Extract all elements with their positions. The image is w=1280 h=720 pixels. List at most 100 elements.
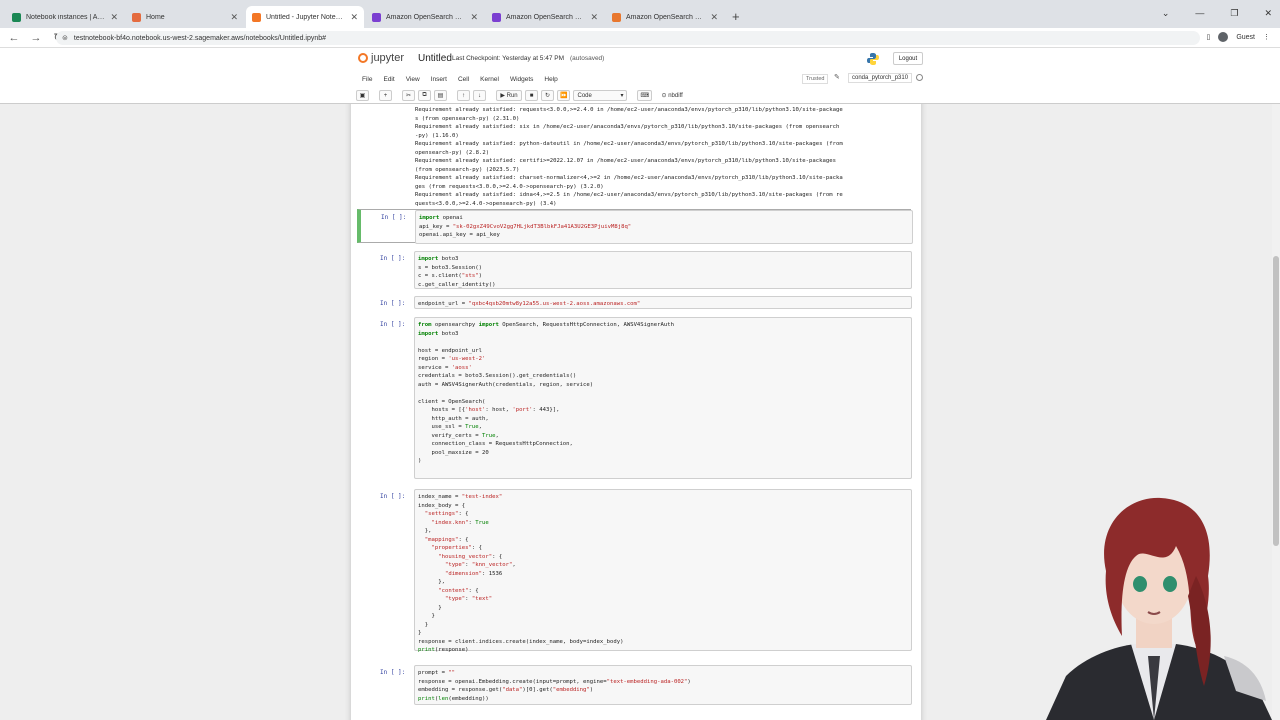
- menu-icon[interactable]: ⋮: [1263, 33, 1270, 41]
- new-tab-button[interactable]: +: [732, 9, 740, 24]
- output-line: s (from opensearch-py) (2.31.0): [415, 115, 520, 122]
- output-line: ges (from requests<3.0.0,>=2.4.0->opense…: [415, 183, 604, 190]
- save-icon[interactable]: ▣: [356, 90, 369, 101]
- code-cell[interactable]: In [ ]: from opensearchpy import OpenSear…: [359, 316, 913, 479]
- output-line: -py) (1.16.0): [415, 132, 459, 139]
- edit-kernel-icon[interactable]: ✎: [834, 73, 840, 81]
- restart-icon[interactable]: ↻: [541, 90, 554, 101]
- cell-type-value: Code: [577, 92, 592, 99]
- code-input[interactable]: import boto3 s = boto3.Session() c = s.c…: [414, 251, 912, 289]
- paste-icon[interactable]: ▤: [434, 90, 447, 101]
- tab-label: Home: [146, 13, 165, 21]
- scrollbar-thumb[interactable]: [1273, 256, 1279, 546]
- browser-tab[interactable]: Amazon OpenSearch Console✕: [366, 6, 484, 28]
- code-input[interactable]: from opensearchpy import OpenSearch, Req…: [414, 317, 912, 479]
- browser-tab[interactable]: Notebook instances | Amazon✕: [6, 6, 124, 28]
- browser-tab[interactable]: Home ✕: [126, 6, 244, 28]
- jupyter-logo[interactable]: jupyter: [358, 52, 404, 64]
- tab-close-icon[interactable]: ✕: [710, 12, 718, 23]
- cell-prompt: In [ ]:: [380, 669, 406, 676]
- jupyter-logo-text: jupyter: [371, 52, 405, 64]
- output-line: Requirement already satisfied: charset-n…: [415, 175, 843, 181]
- code-cell[interactable]: In [ ]: import openai api_key = "sk-02gxZ…: [357, 209, 913, 244]
- tab-label: Amazon OpenSearch Service: [626, 13, 706, 21]
- menu-view[interactable]: View: [406, 76, 420, 83]
- code-cell[interactable]: In [ ]: prompt = "" response = openai.Emb…: [359, 664, 913, 705]
- notebook-title[interactable]: Untitled: [418, 53, 452, 64]
- output-line: Requirement already satisfied: six in /h…: [415, 124, 840, 130]
- cell-prompt: In [ ]:: [380, 321, 406, 328]
- page-scrollbar[interactable]: [1272, 104, 1280, 720]
- menu-help[interactable]: Help: [544, 76, 557, 83]
- maximize-button[interactable]: ❐: [1230, 8, 1238, 19]
- code-cell[interactable]: In [ ]: index_name = "test-index" index_b…: [359, 488, 913, 653]
- run-label: Run: [506, 92, 518, 99]
- url-field[interactable]: ⊜ testnotebook-bf4o.notebook.us-west-2.s…: [56, 31, 1200, 45]
- menu-edit[interactable]: Edit: [383, 76, 394, 83]
- browser-tab[interactable]: Amazon OpenSearch Service ✕: [606, 6, 724, 28]
- restart-run-all-icon[interactable]: ⏩: [557, 90, 571, 101]
- notebook-toolbar: ▣ + ✂ ⧉ ▤ ↑ ↓ ▶ Run ■ ↻ ⏩ Code ▾ ⌨ ⊙ nbdi…: [356, 89, 926, 102]
- nbdiff-button[interactable]: ⊙ nbdiff: [655, 90, 689, 101]
- browser-tab-bar: Notebook instances | Amazon✕Home✕Untitle…: [0, 0, 1280, 28]
- insert-cell-icon[interactable]: +: [379, 90, 392, 101]
- chevron-down-icon: ▾: [620, 93, 624, 99]
- nbdiff-icon: ⊙: [661, 93, 667, 99]
- vtuber-avatar-image: [1046, 497, 1272, 720]
- profile-avatar-icon[interactable]: [1218, 32, 1229, 42]
- menu-widgets[interactable]: Widgets: [510, 76, 533, 83]
- notebook-page: Requirement already satisfied: requests<…: [351, 104, 921, 720]
- address-bar: ← → ↻ ⊜ testnotebook-bf4o.notebook.us-we…: [0, 28, 1280, 48]
- tab-label: Notebook instances | Amazon: [26, 13, 107, 21]
- trusted-badge[interactable]: Trusted: [802, 74, 829, 84]
- profile-label[interactable]: Guest: [1236, 34, 1255, 41]
- close-window-button[interactable]: ✕: [1264, 8, 1272, 19]
- browser-tab[interactable]: Amazon OpenSearch Console✕: [486, 6, 604, 28]
- output-line: Requirement already satisfied: python-da…: [415, 141, 843, 147]
- tab-close-icon[interactable]: ✕: [110, 12, 118, 23]
- menu-file[interactable]: File: [362, 76, 372, 83]
- sidebar-icon[interactable]: ▯: [1206, 33, 1210, 41]
- cell-prompt: In [ ]:: [380, 255, 406, 262]
- run-icon: ▶: [500, 93, 505, 99]
- logout-button[interactable]: Logout: [893, 52, 923, 65]
- menu-kernel[interactable]: Kernel: [480, 76, 499, 83]
- cell-prompt: In [ ]:: [381, 214, 407, 221]
- kernel-name[interactable]: conda_pytorch_p310: [848, 73, 913, 83]
- address-bar-actions: ▯ Guest ⋮: [1206, 32, 1270, 42]
- move-down-icon[interactable]: ↓: [473, 90, 486, 101]
- output-line: quests<3.0.0,>=2.4.0->opensearch-py) (3.…: [415, 200, 557, 207]
- move-up-icon[interactable]: ↑: [457, 90, 470, 101]
- menu-cell[interactable]: Cell: [458, 76, 469, 83]
- tab-label: Amazon OpenSearch Console: [386, 13, 467, 21]
- cell-prompt: In [ ]:: [380, 493, 406, 500]
- code-input[interactable]: endpoint_url = "qxbc4qsb20mtw8y12a55.us-…: [414, 296, 912, 309]
- tab-close-icon[interactable]: ✕: [590, 12, 598, 23]
- cell-prompt: In [ ]:: [380, 300, 406, 307]
- stop-icon[interactable]: ■: [525, 90, 538, 101]
- minimize-button[interactable]: —: [1195, 8, 1204, 19]
- code-input[interactable]: index_name = "test-index" index_body = {…: [414, 489, 912, 653]
- browser-tab[interactable]: Untitled - Jupyter Notebook ✕: [246, 6, 364, 28]
- keyboard-icon[interactable]: ⌨: [637, 90, 653, 101]
- code-cell[interactable]: In [ ]: endpoint_url = "qxbc4qsb20mtw8y12…: [359, 295, 913, 309]
- code-cell[interactable]: In [ ]: import boto3 s = boto3.Session() …: [359, 250, 913, 289]
- jupyter-header: jupyter Untitled Last Checkpoint: Yester…: [0, 48, 1280, 104]
- tab-label: Amazon OpenSearch Console: [506, 13, 587, 21]
- tab-close-icon[interactable]: ✕: [350, 12, 358, 23]
- cell-type-select[interactable]: Code ▾: [573, 90, 628, 101]
- copy-icon[interactable]: ⧉: [418, 90, 431, 101]
- tab-search-icon[interactable]: ⌄: [1162, 8, 1170, 19]
- menu-insert[interactable]: Insert: [431, 76, 447, 83]
- code-input[interactable]: import openai api_key = "sk-02gxZ49CvoV2…: [415, 210, 913, 244]
- site-info-icon[interactable]: ⊜: [62, 34, 68, 42]
- tab-favicon-icon: [132, 12, 141, 22]
- output-line: Requirement already satisfied: certifi>=…: [415, 158, 836, 164]
- tab-close-icon[interactable]: ✕: [470, 12, 478, 23]
- run-button[interactable]: ▶ Run: [496, 90, 522, 101]
- back-icon[interactable]: ←: [6, 32, 22, 44]
- cut-icon[interactable]: ✂: [402, 90, 415, 101]
- code-input[interactable]: prompt = "" response = openai.Embedding.…: [414, 665, 912, 705]
- tab-close-icon[interactable]: ✕: [230, 12, 238, 23]
- forward-icon[interactable]: →: [28, 32, 44, 44]
